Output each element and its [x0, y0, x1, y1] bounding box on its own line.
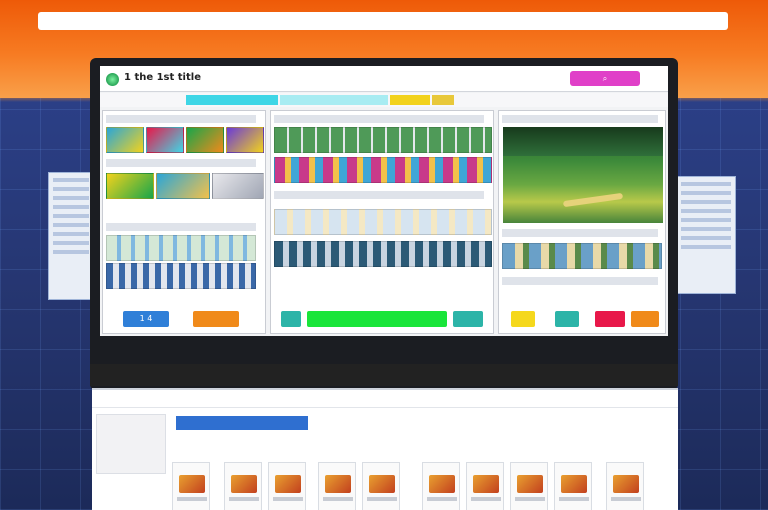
product-tile[interactable] — [186, 127, 224, 153]
product-card[interactable] — [318, 462, 356, 510]
product-tile[interactable] — [274, 157, 492, 183]
product-card[interactable] — [466, 462, 504, 510]
site-name[interactable]: 1 the 1st title — [124, 72, 201, 83]
monitor-screen: 1 the 1st title ⌕ 1 4 — [100, 66, 668, 336]
nav-bar — [100, 93, 668, 107]
right-side-panel — [676, 176, 736, 294]
product-card[interactable] — [554, 462, 592, 510]
shop-window — [92, 388, 678, 510]
button-teal[interactable] — [281, 311, 301, 327]
product-tile[interactable] — [106, 173, 154, 199]
product-tile[interactable] — [106, 235, 256, 261]
shop-subtitle — [176, 433, 396, 443]
tile-row — [274, 127, 492, 153]
shop-sidebar — [96, 414, 166, 474]
nav-seg-lightcyan[interactable] — [280, 95, 388, 105]
tile-row — [106, 263, 264, 289]
banner-title — [150, 0, 670, 10]
tile-row — [106, 173, 264, 199]
monitor-footer — [90, 364, 678, 386]
button-teal-2[interactable] — [453, 311, 483, 327]
shop-tab[interactable] — [176, 416, 308, 430]
content-column-1: 1 4 — [102, 110, 266, 334]
button-orange-2[interactable] — [631, 311, 659, 327]
product-tile[interactable] — [106, 127, 144, 153]
product-card[interactable] — [268, 462, 306, 510]
product-card[interactable] — [422, 462, 460, 510]
shop-header — [92, 390, 678, 408]
nav-seg-cyan[interactable] — [186, 95, 278, 105]
product-card[interactable] — [172, 462, 210, 510]
site-header: 1 the 1st title ⌕ — [100, 66, 668, 92]
product-card[interactable] — [510, 462, 548, 510]
tile-row — [106, 127, 264, 153]
product-tile[interactable] — [146, 127, 184, 153]
button-blue[interactable]: 1 4 — [123, 311, 169, 327]
content-column-3 — [498, 110, 666, 334]
tile-row — [274, 157, 492, 183]
search-icon: ⌕ — [602, 74, 608, 83]
nav-seg-gold[interactable] — [432, 95, 454, 105]
banner-bar — [38, 12, 728, 30]
button-green[interactable] — [307, 311, 447, 327]
button-teal-3[interactable] — [555, 311, 579, 327]
landscape-image[interactable] — [503, 127, 663, 223]
product-tile[interactable] — [274, 209, 492, 235]
tile-row — [274, 209, 492, 235]
product-tile[interactable] — [502, 243, 662, 269]
product-card[interactable] — [224, 462, 262, 510]
tile-row — [274, 241, 492, 267]
tile-row — [502, 243, 664, 269]
button-red[interactable] — [595, 311, 625, 327]
product-card[interactable] — [606, 462, 644, 510]
product-tile[interactable] — [156, 173, 210, 199]
left-side-panel — [48, 172, 94, 300]
product-tile[interactable] — [226, 127, 264, 153]
search-button[interactable]: ⌕ — [570, 71, 640, 86]
nav-seg-yellow[interactable] — [390, 95, 430, 105]
button-orange[interactable] — [193, 311, 239, 327]
product-tile[interactable] — [274, 241, 492, 267]
logo-icon[interactable] — [106, 73, 119, 86]
tile-row — [106, 235, 264, 261]
product-card[interactable] — [362, 462, 400, 510]
product-tile[interactable] — [106, 263, 256, 289]
button-yellow[interactable] — [511, 311, 535, 327]
product-tile[interactable] — [274, 127, 492, 153]
content-column-2 — [270, 110, 494, 334]
product-tile[interactable] — [212, 173, 264, 199]
